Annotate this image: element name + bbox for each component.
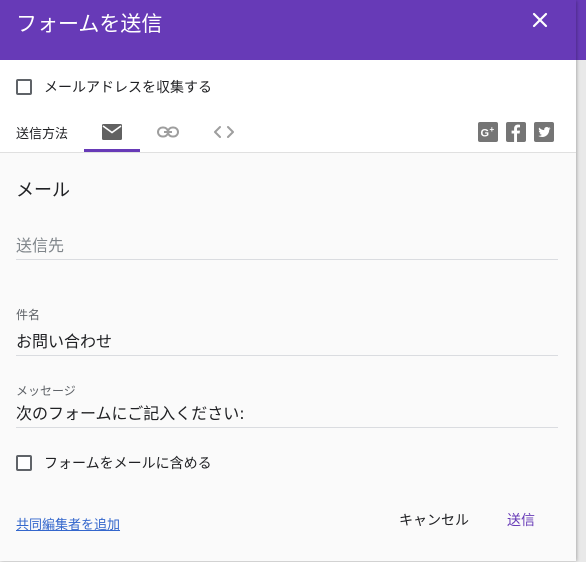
background-strip bbox=[576, 0, 586, 60]
tab-link[interactable] bbox=[140, 112, 196, 152]
twitter-icon bbox=[538, 127, 551, 137]
include-form-row[interactable]: フォームをメールに含める bbox=[16, 453, 212, 473]
embed-code-icon bbox=[214, 126, 234, 138]
email-panel bbox=[0, 152, 576, 561]
twitter-button[interactable] bbox=[534, 122, 554, 142]
dialog-header: フォームを送信 bbox=[0, 0, 576, 60]
close-icon bbox=[532, 12, 548, 28]
google-plus-icon: G + bbox=[481, 125, 495, 140]
link-icon bbox=[157, 126, 179, 138]
facebook-icon bbox=[511, 124, 520, 142]
section-title-email: メール bbox=[16, 180, 70, 201]
message-input[interactable]: 次のフォームにご記入ください: bbox=[16, 403, 558, 428]
send-via-label: 送信方法 bbox=[16, 127, 69, 142]
svg-text:+: + bbox=[490, 125, 495, 134]
svg-text:G: G bbox=[481, 128, 490, 140]
include-form-checkbox[interactable] bbox=[16, 455, 32, 471]
tab-embed[interactable] bbox=[196, 112, 252, 152]
tab-email[interactable] bbox=[84, 112, 140, 152]
google-plus-button[interactable]: G + bbox=[478, 122, 498, 142]
subject-label: 件名 bbox=[16, 308, 41, 322]
facebook-button[interactable] bbox=[506, 122, 526, 142]
recipients-input[interactable]: 送信先 bbox=[16, 235, 558, 260]
send-form-dialog: フォームを送信 メールアドレスを収集する 送信方法 G + メール 送信先 件名… bbox=[0, 0, 576, 561]
collect-email-checkbox[interactable] bbox=[16, 79, 32, 95]
email-icon bbox=[102, 124, 122, 140]
cancel-button[interactable]: キャンセル bbox=[399, 510, 469, 534]
collect-email-row[interactable]: メールアドレスを収集する bbox=[16, 77, 212, 97]
send-button[interactable]: 送信 bbox=[507, 510, 535, 534]
include-form-label: フォームをメールに含める bbox=[44, 456, 212, 472]
add-collaborators-link[interactable]: 共同編集者を追加 bbox=[16, 514, 120, 533]
subject-input[interactable]: お問い合わせ bbox=[16, 331, 558, 356]
dialog-title: フォームを送信 bbox=[16, 12, 163, 36]
message-label: メッセージ bbox=[16, 384, 76, 398]
close-button[interactable] bbox=[526, 6, 554, 34]
collect-email-label: メールアドレスを収集する bbox=[44, 80, 212, 96]
